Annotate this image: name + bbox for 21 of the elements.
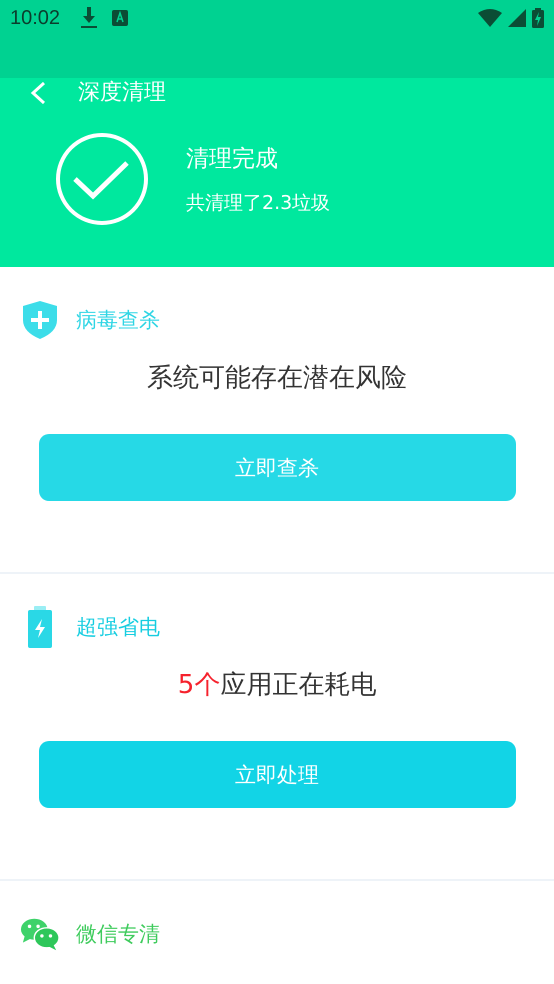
checkmark-circle-icon	[55, 132, 149, 226]
shield-plus-icon	[23, 301, 57, 339]
section-title: 微信专清	[76, 921, 160, 948]
result-title: 清理完成	[186, 144, 279, 174]
section-title: 病毒查杀	[76, 307, 160, 334]
status-message: 5个应用正在耗电	[176, 669, 378, 702]
chat-bubbles-icon	[20, 917, 60, 951]
clock: 10:02	[10, 7, 60, 30]
section-title: 超强省电	[76, 614, 160, 641]
battery-icon	[532, 8, 544, 28]
status-message: 系统可能存在潜在风险	[146, 362, 408, 395]
back-icon[interactable]	[28, 81, 48, 105]
keyboard-icon	[112, 10, 128, 26]
signal-icon	[508, 9, 526, 27]
page-title: 深度清理	[78, 81, 166, 105]
result-detail: 共清理了2.3垃圾	[186, 190, 330, 216]
action-button[interactable]: 立即查杀	[38, 434, 516, 501]
action-button[interactable]: 立即处理	[38, 741, 516, 808]
battery-bolt-icon	[27, 606, 53, 648]
download-icon	[80, 7, 98, 29]
wifi-icon	[478, 9, 502, 27]
